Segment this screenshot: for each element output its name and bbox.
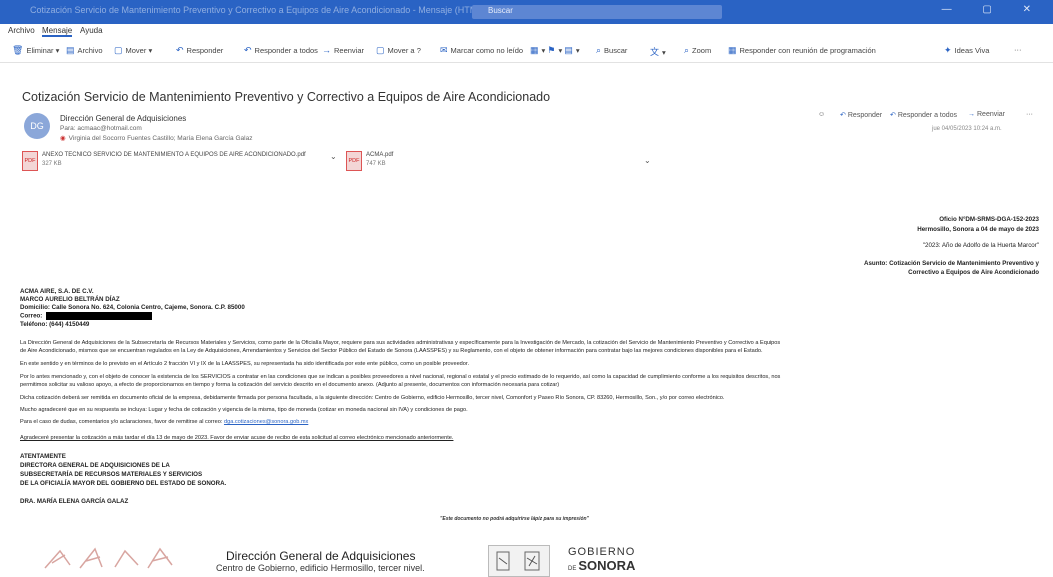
folder-icon: ▢ [114,45,123,55]
trash-icon: 🗑 [12,45,24,55]
recipient-email-line: Correo: [20,312,153,320]
reply-all-icon: ↶ [244,45,252,55]
lightbulb-icon: ✦ [944,45,952,55]
menu-archivo[interactable]: Archivo [8,26,35,35]
footer-address: Centro de Gobierno, edificio Hermosillo,… [216,563,425,573]
translate-button[interactable]: 文 ▾ [650,45,666,58]
attachment-2[interactable]: PDF ACMA.pdf 747 KB ⌄ [346,151,656,173]
email-subject: Cotización Servicio de Mantenimiento Pre… [22,90,551,104]
attachment-name: ANEXO TECNICO SERVICIO DE MANTENIMIENTO … [42,152,306,158]
viva-insights-button[interactable]: ✦ Ideas Viva [944,45,989,56]
letter-subject-2: Correctivo a Equipos de Aire Acondiciona… [908,269,1039,276]
move-button[interactable]: ▢ Mover ▾ [114,45,152,56]
paragraph-7: Agradeceré presentar la cotización a más… [20,435,454,441]
flag-icon: ⚑ [547,45,556,55]
paragraph-3a: Por lo antes mencionado y, con el objeto… [20,374,781,380]
emoji-icon[interactable]: ☺ [818,111,825,118]
recipient-address: Domicilio: Calle Sonora No. 624, Colonia… [20,304,245,311]
signer-name: DRA. MARÍA ELENA GARCÍA GALAZ [20,498,129,505]
move-icon: ▢ [376,45,385,55]
reply-icon: ↶ [176,45,184,55]
government-label: GOBIERNO [568,546,636,558]
paragraph-6: Para el caso de dudas, comentarios y/o a… [20,419,309,425]
signature-line-1: DIRECTORA GENERAL DE ADQUISICIONES DE LA [20,462,170,469]
decorative-logo [44,547,173,569]
recipient-name: MARCO AURELIO BELTRÁN DÍAZ [20,296,120,303]
pdf-icon: PDF [346,151,362,171]
state-label: DE SONORA [568,558,636,573]
header-more-button[interactable]: ··· [1026,111,1033,118]
recipient-email: Para: acmaac@hotmail.com [60,125,142,132]
mark-unread-button[interactable]: ✉ Marcar como no leído [440,45,523,56]
zoom-button[interactable]: ⌕ Zoom [684,45,711,56]
cc-line: ◉ Virginia del Socorro Fuentes Castillo; … [60,135,253,142]
oficio-number: Oficio N°DM-SRMS-DGA-152-2023 [939,216,1039,223]
attachment-name: ACMA.pdf [366,152,394,158]
forward-icon: → [322,45,331,55]
attachment-size: 327 KB [42,161,62,167]
pdf-icon: PDF [22,151,38,171]
menu-ayuda[interactable]: Ayuda [80,26,103,35]
reply-all-button[interactable]: ↶ Responder a todos [244,45,318,56]
archive-icon: ▤ [66,45,75,55]
header-reply-all-button[interactable]: ↶ Responder a todos [890,111,957,119]
paragraph-1a: La Dirección General de Adquisiciones de… [20,340,781,346]
find-button[interactable]: ⌕ Buscar [596,45,627,56]
ribbon-toolbar: 🗑 Eliminar ▾ ▤ Archivo ▢ Mover ▾ ↶ Responder… [0,38,1053,63]
letter-subject-1: Asunto: Cotización Servicio de Mantenimi… [864,260,1039,267]
archive-button[interactable]: ▤ Archivo [66,45,103,56]
search-placeholder: Buscar [488,6,513,15]
footer-title: Dirección General de Adquisiciones [226,549,416,563]
sender-name[interactable]: Dirección General de Adquisiciones [60,114,186,123]
zoom-icon: ⌕ [684,45,690,55]
state-seal [488,545,550,577]
forward-icon: → [968,111,975,118]
signature-line-2: SUBSECRETARÍA DE RECURSOS MATERIALES Y S… [20,471,203,478]
recipient-company: ACMA AIRE, S.A. DE C.V. [20,288,94,295]
chevron-down-icon[interactable]: ⌄ [644,156,651,165]
translate-icon: 文 [650,47,660,57]
title-bar: Cotización Servicio de Mantenimiento Pre… [0,0,1053,24]
recipient-phone: Teléfono: (644) 4150449 [20,321,90,328]
window-controls[interactable]: — ▢ ✕ [942,4,1045,15]
menu-bar: Archivo Mensaje Ayuda [0,24,1053,38]
paragraph-5: Mucho agradeceré que en su respuesta se … [20,407,468,413]
email-date: jue 04/05/2023 10:24 a.m. [932,126,1002,132]
search-box[interactable]: Buscar [472,5,722,19]
reply-icon: ↶ [840,112,846,119]
letter-date: Hermosillo, Sonora a 04 de mayo de 2023 [917,226,1039,233]
more-button[interactable]: ··· [1014,45,1022,54]
tag-icon: ▦ [530,45,539,55]
signature-closing: ATENTAMENTE [20,453,66,460]
menu-mensaje[interactable]: Mensaje [42,26,73,37]
reply-all-icon: ↶ [890,112,896,119]
attachment-1[interactable]: PDF ANEXO TECNICO SERVICIO DE MANTENIMIE… [22,151,342,173]
attachment-size: 747 KB [366,161,386,167]
reply-button[interactable]: ↶ Responder [176,45,223,56]
policy-icon: ▤ [564,45,573,55]
paragraph-1b: de Aire Acondicionado, mismos que se enc… [20,348,763,354]
paragraph-3b: permitimos solicitar su valioso apoyo, a… [20,382,560,388]
avatar: DG [24,113,50,139]
document-note: "Este documento no podrá adquirirse lápi… [440,516,589,522]
delete-button[interactable]: 🗑 Eliminar ▾ [12,45,59,56]
forward-button[interactable]: → Reenviar [322,45,364,55]
chevron-down-icon[interactable]: ⌄ [330,152,337,161]
redaction-bar [46,312,153,320]
search-icon: ⌕ [596,45,602,55]
window-title: Cotización Servicio de Mantenimiento Pre… [30,5,486,15]
paragraph-4: Dicha cotización deberá ser remitida en … [20,395,725,401]
header-forward-button[interactable]: → Reenviar [968,111,1005,118]
mail-icon: ✉ [440,45,448,55]
signature-line-3: DE LA OFICIALÍA MAYOR DEL GOBIERNO DEL E… [20,480,227,487]
cc-icon: ◉ [60,135,66,142]
header-reply-button[interactable]: ↶ Responder [840,111,882,119]
categorize-button[interactable]: ▦ ▾ ⚑ ▾ ▤ ▾ [530,45,580,56]
paragraph-2: En este sentido y en términos de lo prev… [20,361,470,367]
move-to-button[interactable]: ▢ Mover a ? [376,45,421,56]
calendar-icon: ▦ [728,45,737,55]
contact-email-link[interactable]: dga.cotizaciones@sonora.gob.mx [224,419,308,425]
reply-meeting-button[interactable]: ▦ Responder con reunión de programación [728,45,876,56]
letter-motto: "2023: Año de Adolfo de la Huerta Marcor… [922,242,1039,249]
